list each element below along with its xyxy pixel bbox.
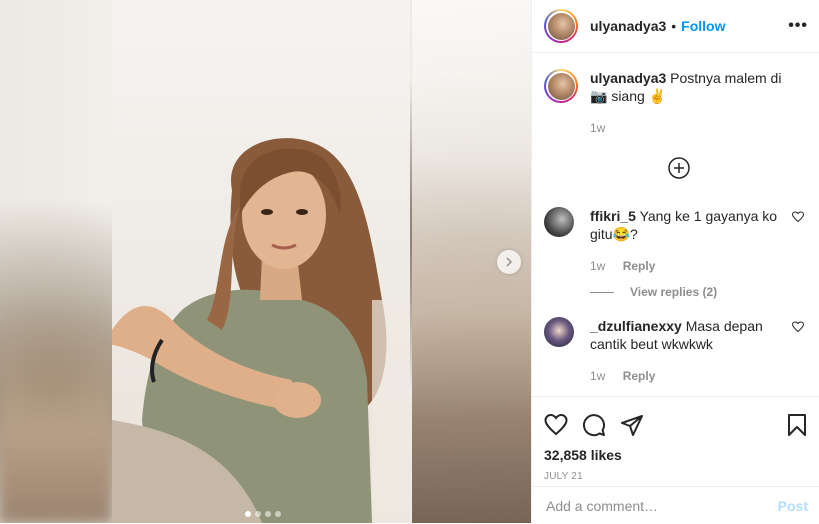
chevron-right-icon bbox=[506, 257, 513, 267]
commenter-username[interactable]: ffikri_5 bbox=[590, 208, 636, 224]
post-details-panel: ulyanadya3 • Follow ••• ulyanadya3 Postn… bbox=[531, 0, 819, 523]
commenter-avatar[interactable] bbox=[544, 317, 574, 347]
carousel-dot bbox=[265, 511, 271, 517]
view-replies-button[interactable]: View replies (2) bbox=[590, 285, 717, 299]
like-icon[interactable] bbox=[544, 413, 568, 437]
caption-username[interactable]: ulyanadya3 bbox=[590, 70, 666, 86]
comment-icon[interactable] bbox=[582, 413, 606, 437]
carousel-dot bbox=[245, 511, 251, 517]
like-comment-icon[interactable] bbox=[792, 211, 804, 223]
more-options-icon[interactable]: ••• bbox=[788, 17, 808, 35]
likes-count[interactable]: 32,858 likes bbox=[544, 447, 808, 463]
reply-button[interactable]: Reply bbox=[623, 369, 656, 383]
media-left-blur bbox=[0, 300, 112, 523]
add-comment-bar: Post bbox=[532, 486, 819, 524]
comment-time: 1w bbox=[590, 369, 606, 383]
like-comment-icon[interactable] bbox=[792, 321, 804, 333]
post-date[interactable]: July 21 bbox=[544, 471, 808, 482]
carousel-dot bbox=[255, 511, 261, 517]
author-username[interactable]: ulyanadya3 bbox=[590, 18, 666, 34]
share-icon[interactable] bbox=[620, 413, 644, 437]
comment-time: 1w bbox=[590, 259, 606, 273]
post-media[interactable] bbox=[0, 0, 531, 523]
comment-item: ffikri_5 Yang ke 1 gayanya ko gitu😂? 1w … bbox=[544, 207, 808, 275]
separator-dot: • bbox=[671, 18, 677, 34]
carousel-dots bbox=[245, 511, 281, 517]
caption-avatar[interactable] bbox=[544, 69, 578, 103]
bookmark-icon[interactable] bbox=[786, 413, 808, 437]
reply-button[interactable]: Reply bbox=[623, 259, 656, 273]
comment-item: _dzulfianexxy Masa depan cantik beut wkw… bbox=[544, 317, 808, 385]
view-replies-label: View replies (2) bbox=[630, 285, 718, 299]
commenter-username[interactable]: _dzulfianexxy bbox=[590, 318, 682, 334]
comment-input[interactable] bbox=[544, 496, 778, 515]
view-replies-line bbox=[590, 291, 614, 293]
author-avatar[interactable] bbox=[544, 9, 578, 43]
caption-time: 1w bbox=[590, 121, 606, 135]
post-actions: 32,858 likes July 21 bbox=[532, 396, 819, 482]
post-caption: ulyanadya3 Postnya malem di 📷 siang ✌ 1w bbox=[532, 53, 819, 137]
post-photo bbox=[112, 0, 410, 523]
follow-button[interactable]: Follow bbox=[681, 18, 725, 34]
post-comment-button[interactable]: Post bbox=[778, 498, 808, 514]
post-header: ulyanadya3 • Follow ••• bbox=[532, 0, 819, 53]
commenter-avatar[interactable] bbox=[544, 207, 574, 237]
comments-section: ulyanadya3 Postnya malem di 📷 siang ✌ 1w… bbox=[532, 53, 819, 396]
carousel-dot bbox=[275, 511, 281, 517]
carousel-next-button[interactable] bbox=[497, 250, 521, 274]
load-more-comments-icon[interactable] bbox=[668, 157, 690, 179]
